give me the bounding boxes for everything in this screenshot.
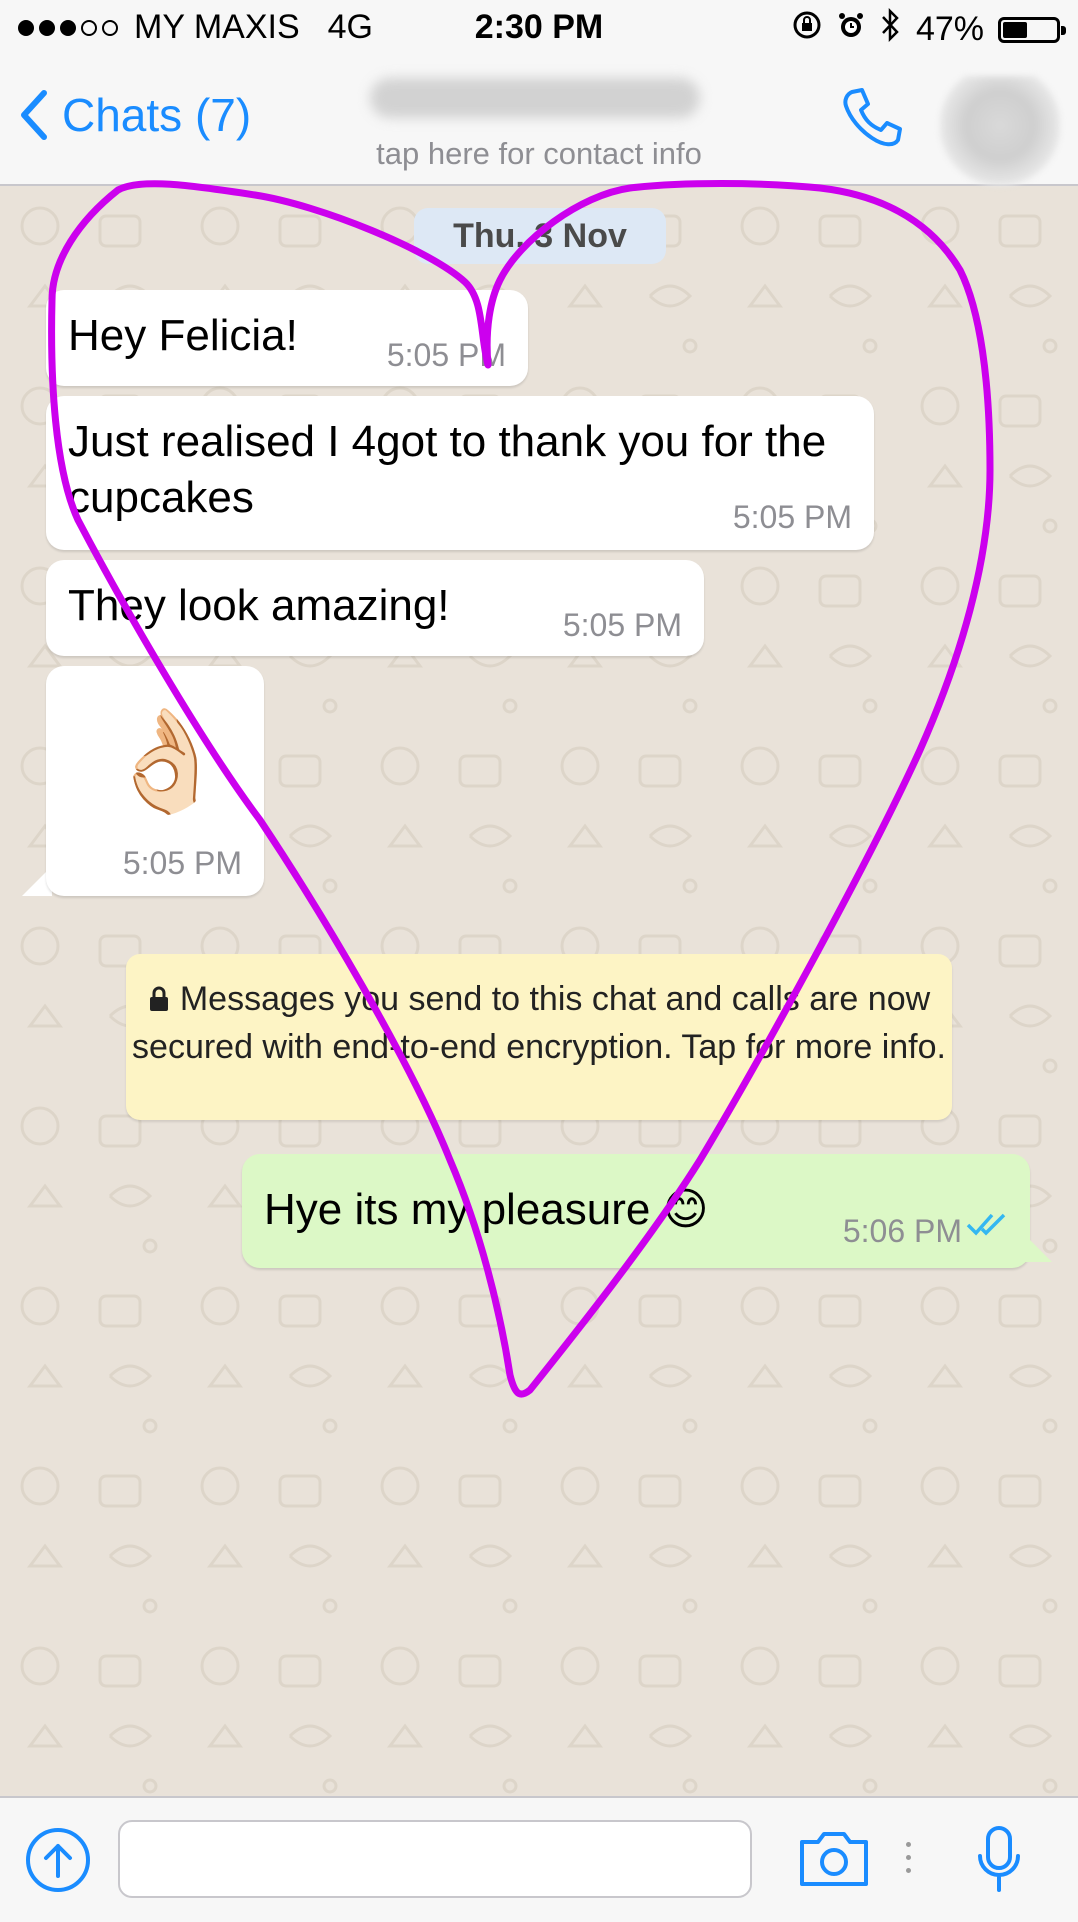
- lock-icon: [148, 978, 170, 1024]
- incoming-message[interactable]: 👌🏻 5:05 PM: [46, 666, 264, 896]
- back-button-label: Chats (7): [62, 89, 252, 141]
- message-time: 5:06 PM: [842, 1213, 962, 1249]
- chat-area[interactable]: Thu, 3 Nov Hey Felicia! 5:05 PM Just rea…: [0, 186, 1078, 1796]
- message-input-bar: [0, 1796, 1078, 1922]
- message-text: They look amazing!: [68, 581, 450, 630]
- encryption-notice[interactable]: Messages you send to this chat and calls…: [126, 954, 952, 1120]
- message-input[interactable]: [118, 1820, 752, 1898]
- message-time: 5:05 PM: [386, 337, 506, 373]
- more-options-icon[interactable]: [906, 1842, 911, 1873]
- message-text: Hye its my pleasure 😊: [264, 1185, 709, 1234]
- bluetooth-icon: [880, 7, 902, 51]
- upload-icon[interactable]: [24, 1826, 92, 1899]
- chevron-left-icon: [21, 90, 47, 140]
- incoming-message[interactable]: They look amazing! 5:05 PM: [46, 560, 704, 656]
- message-time: 5:05 PM: [122, 845, 242, 881]
- date-separator: Thu, 3 Nov: [414, 208, 666, 264]
- camera-icon[interactable]: [796, 1828, 872, 1893]
- status-right: 47%: [792, 7, 1066, 51]
- contact-name-redacted[interactable]: [370, 78, 700, 118]
- contact-info-hint[interactable]: tap here for contact info: [0, 136, 1078, 172]
- status-bar: MY MAXIS 4G 2:30 PM 47%: [0, 0, 1078, 60]
- phone-icon[interactable]: [838, 84, 906, 157]
- contact-avatar[interactable]: [940, 76, 1060, 186]
- battery-percent: 47%: [915, 10, 984, 48]
- battery-level: [1003, 21, 1027, 38]
- back-button[interactable]: Chats (7): [18, 88, 251, 142]
- incoming-message[interactable]: Hey Felicia! 5:05 PM: [46, 290, 528, 386]
- chat-header[interactable]: Chats (7) tap here for contact info: [0, 60, 1078, 186]
- outgoing-message[interactable]: Hye its my pleasure 😊 5:06 PM: [242, 1154, 1030, 1268]
- message-text: Just realised I 4got to thank you for th…: [68, 417, 827, 522]
- message-time: 5:05 PM: [732, 499, 852, 535]
- incoming-message[interactable]: Just realised I 4got to thank you for th…: [46, 396, 874, 550]
- microphone-icon[interactable]: [976, 1824, 1022, 1899]
- message-text: Hey Felicia!: [68, 311, 298, 360]
- rotation-lock-icon: [792, 10, 822, 49]
- battery-icon: [998, 16, 1066, 43]
- alarm-icon: [836, 10, 866, 49]
- read-receipt-icon: [966, 1198, 1010, 1248]
- encryption-notice-text: Messages you send to this chat and calls…: [132, 980, 946, 1067]
- message-time: 5:05 PM: [562, 607, 682, 643]
- ok-hand-emoji: 👌🏻: [104, 705, 229, 817]
